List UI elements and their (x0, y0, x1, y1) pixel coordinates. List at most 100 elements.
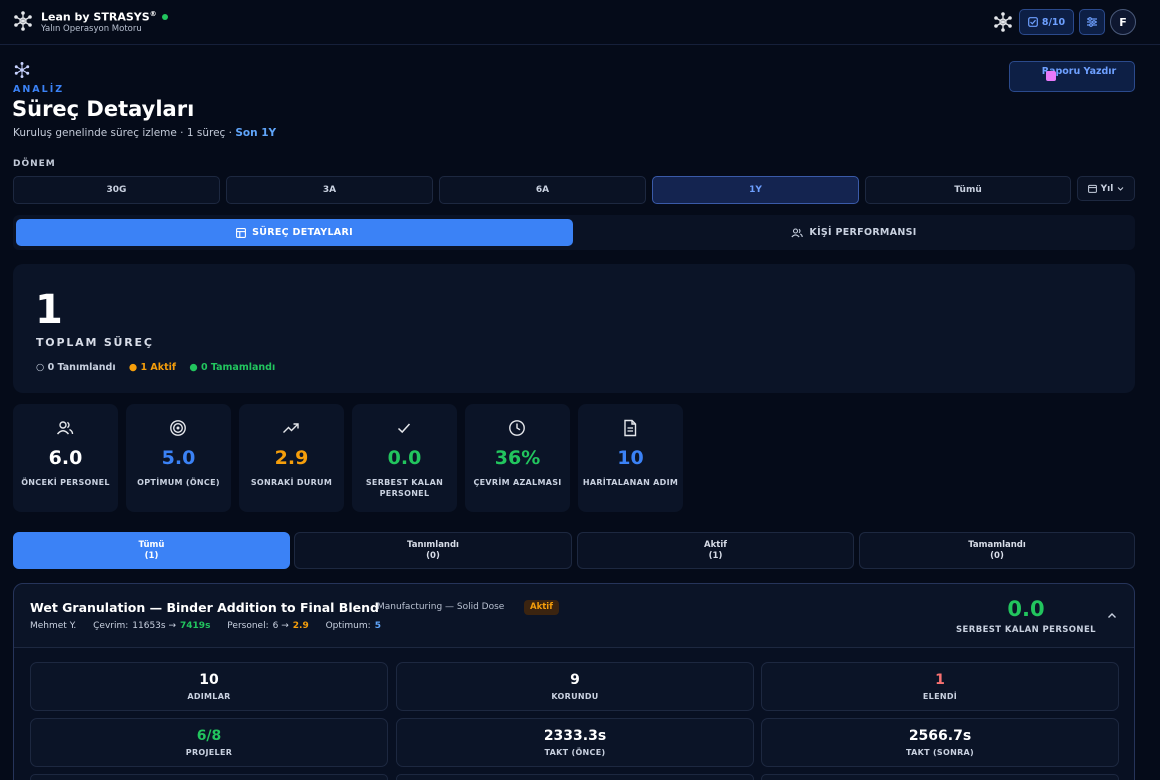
chevron-down-icon (1117, 185, 1124, 192)
metric-value: 9 (570, 672, 580, 688)
metric-label: PROJELER (185, 748, 233, 757)
page-title: Süreç Detayları (12, 97, 195, 121)
metric-takt-after: 2566.7s TAKT (SONRA) (761, 718, 1119, 767)
online-status-dot (161, 13, 168, 20)
metric-label: TAKT (SONRA) (906, 748, 974, 757)
page-subtitle: Kuruluş genelinde süreç izleme · 1 süreç… (13, 127, 277, 139)
freed-staff-label: SERBEST KALAN PERSONEL (956, 625, 1096, 635)
tab-process-details[interactable]: SÜREÇ DETAYLARI (16, 219, 573, 246)
process-meta: Mehmet Y. Çevrim: 11653s → 7419s Personel:… (30, 621, 381, 631)
period-all-button[interactable]: Tümü (865, 176, 1071, 204)
stat-value: 6.0 (48, 447, 83, 469)
summary-card (13, 264, 1135, 393)
filter-tab-defined[interactable]: Tanımlandı (0) (294, 532, 572, 569)
filter-tab-completed[interactable]: Tamamlandı (0) (859, 532, 1135, 569)
metric-value: 10 (199, 672, 219, 688)
stat-card-freed-staff: 0.0 SERBEST KALAN PERSONEL (352, 404, 457, 512)
total-process-count: 1 (35, 287, 63, 333)
metric-card-partial (761, 774, 1119, 780)
stat-card-previous-staff: 6.0 ÖNCEKİ PERSONEL (13, 404, 118, 512)
metric-kept: 9 KORUNDU (396, 662, 754, 711)
stat-label: SERBEST KALAN PERSONEL (365, 478, 444, 498)
section-eyebrow: ANALİZ (13, 84, 65, 95)
metric-value: 6/8 (196, 728, 222, 744)
stat-card-optimum: 5.0 OPTİMUM (ÖNCE) (126, 404, 231, 512)
metric-card-partial (396, 774, 754, 780)
freed-staff-value: 0.0 (1007, 597, 1045, 621)
app-subtitle: Yalın Operasyon Motoru (41, 24, 142, 34)
chevron-up-icon[interactable] (1105, 609, 1119, 623)
stat-card-mapped-steps: 10 HARİTALANAN ADIM (578, 404, 683, 512)
print-report-button[interactable]: Raporu Yazdır (1009, 61, 1135, 92)
year-select[interactable]: Yıl (1077, 176, 1135, 201)
sliders-icon (1086, 16, 1098, 28)
metric-label: ADIMLAR (187, 692, 231, 701)
calendar-icon (1087, 184, 1097, 193)
stat-label: HARİTALANAN ADIM (582, 478, 679, 487)
tab-person-performance[interactable]: KİŞİ PERFORMANSI (577, 219, 1131, 246)
staff-after-value: 2.9 (292, 621, 309, 631)
optimum-value: 5 (374, 621, 381, 631)
score-value: 8/10 (1041, 16, 1066, 28)
metric-value: 2333.3s (543, 728, 607, 744)
target-icon (169, 419, 187, 437)
metric-card-partial (30, 774, 388, 780)
users-icon (56, 419, 74, 437)
filter-tab-active[interactable]: Aktif (1) (577, 532, 854, 569)
printer-icon (1046, 71, 1056, 81)
metric-value: 2566.7s (908, 728, 972, 744)
analysis-network-icon (13, 61, 31, 79)
process-owner: Mehmet Y. (30, 621, 77, 631)
process-category: Manufacturing — Solid Dose (377, 602, 505, 612)
divider (14, 647, 1134, 648)
metric-steps: 10 ADIMLAR (30, 662, 388, 711)
period-6a-button[interactable]: 6A (439, 176, 646, 204)
cycle-after-value: 7419s (180, 621, 211, 631)
avatar[interactable]: F (1110, 9, 1136, 35)
legend-defined: ○ 0 Tanımlandı (36, 362, 116, 373)
stat-value: 5.0 (161, 447, 196, 469)
metric-projects: 6/8 PROJELER (30, 718, 388, 767)
status-legend: ○ 0 Tanımlandı ● 1 Aktif ● 0 Tamamlandı (36, 362, 285, 373)
settings-button[interactable] (1079, 9, 1105, 35)
stat-label: SONRAKİ DURUM (250, 478, 333, 487)
metric-value: 1 (935, 672, 945, 688)
metric-label: ELENDİ (922, 692, 958, 701)
checkbox-icon (1027, 17, 1038, 27)
metric-eliminated: 1 ELENDİ (761, 662, 1119, 711)
table-icon (236, 227, 247, 238)
legend-active: ● 1 Aktif (128, 362, 177, 373)
status-badge: Aktif (524, 600, 559, 615)
process-title: Wet Granulation — Binder Addition to Fin… (30, 600, 379, 615)
stat-value: 2.9 (274, 447, 309, 469)
period-highlight: Son 1Y (235, 127, 277, 139)
period-3a-button[interactable]: 3A (226, 176, 433, 204)
network-logo-icon[interactable] (12, 10, 34, 32)
stat-label: ÇEVRİM AZALMASI (473, 478, 562, 487)
metric-takt-before: 2333.3s TAKT (ÖNCE) (396, 718, 754, 767)
total-process-label: TOPLAM SÜREÇ (36, 336, 154, 349)
check-icon (395, 419, 413, 437)
period-1y-button[interactable]: 1Y (652, 176, 859, 204)
clock-icon (508, 419, 526, 437)
score-button[interactable]: 8/10 (1019, 9, 1074, 35)
filter-tab-all[interactable]: Tümü (1) (13, 532, 290, 569)
legend-completed: ● 0 Tamamlandı (189, 362, 276, 373)
metric-label: KORUNDU (551, 692, 599, 701)
stat-label: OPTİMUM (ÖNCE) (137, 478, 220, 487)
app-title: Lean by STRASYS® (41, 10, 168, 24)
stat-value: 36% (494, 447, 541, 469)
top-bar: Lean by STRASYS® Yalın Operasyon Motoru … (0, 0, 1160, 45)
trend-up-icon (282, 419, 300, 437)
network-icon[interactable] (992, 11, 1014, 33)
stat-card-next-state: 2.9 SONRAKİ DURUM (239, 404, 344, 512)
period-30g-button[interactable]: 30G (13, 176, 220, 204)
document-icon (621, 419, 639, 437)
users-icon (791, 227, 804, 238)
stat-card-cycle-reduction: 36% ÇEVRİM AZALMASI (465, 404, 570, 512)
period-label: DÖNEM (13, 159, 56, 169)
stat-value: 0.0 (387, 447, 422, 469)
stat-value: 10 (617, 447, 644, 469)
metric-label: TAKT (ÖNCE) (544, 748, 606, 757)
stat-label: ÖNCEKİ PERSONEL (21, 478, 110, 487)
